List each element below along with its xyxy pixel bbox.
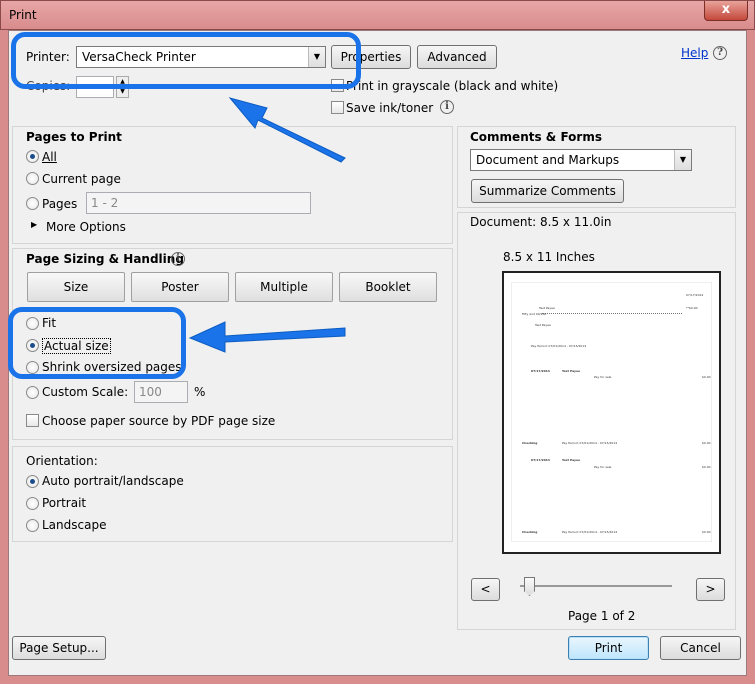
annotation-arrow (188, 97, 346, 353)
annotation-arrows (188, 97, 346, 353)
